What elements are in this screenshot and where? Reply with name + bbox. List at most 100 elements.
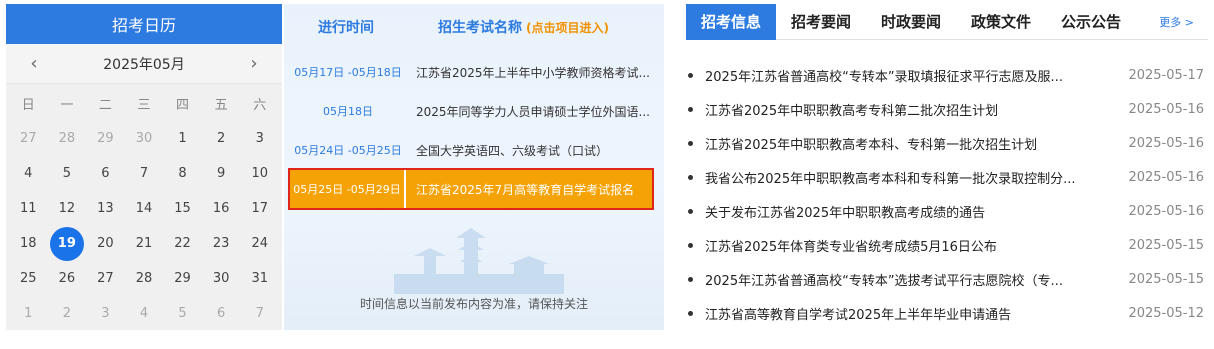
calendar-day-number: 12 — [58, 201, 76, 216]
calendar-day-number: 4 — [139, 306, 149, 321]
calendar-day-number: 27 — [20, 131, 37, 146]
news-item-date: 2025-05-17 — [1128, 67, 1204, 83]
calendar-day[interactable]: 29 — [86, 121, 125, 156]
news-list: 2025年江苏省普通高校“专转本”录取填报征求平行志愿及服... 2025-05-… — [686, 40, 1208, 330]
next-month-icon[interactable]: › — [246, 53, 262, 74]
calendar-day[interactable]: 28 — [48, 121, 87, 156]
tab-0[interactable]: 招考信息 — [686, 3, 776, 40]
calendar-day-number: 1 — [24, 306, 33, 321]
calendar-day-number: 28 — [135, 271, 153, 286]
news-item-title[interactable]: 江苏省2025年中职职教高考本科、专科第一批次招生计划 — [705, 134, 1103, 153]
calendar-day[interactable]: 2 — [48, 296, 87, 331]
schedule-row-title[interactable]: 全国大学英语四、六级考试（口试） — [406, 142, 656, 159]
weekday-label: 四 — [176, 98, 190, 113]
calendar-day[interactable]: 9 — [202, 156, 241, 191]
calendar-day[interactable]: 11 — [9, 191, 48, 226]
calendar-day[interactable]: 15 — [163, 191, 202, 226]
calendar-day[interactable]: 3 — [86, 296, 125, 331]
calendar-day[interactable]: 25 — [9, 261, 48, 296]
calendar-day[interactable]: 17 — [240, 191, 279, 226]
weekday-label: 六 — [253, 98, 267, 113]
news-item-date: 2025-05-16 — [1128, 101, 1204, 117]
calendar-day[interactable]: 26 — [48, 261, 87, 296]
calendar-day[interactable]: 4 — [9, 156, 48, 191]
calendar-day[interactable]: 1 — [163, 121, 202, 156]
calendar-day-number: 7 — [139, 166, 149, 181]
calendar-day[interactable]: 30 — [202, 261, 241, 296]
pagoda-watermark-icon — [394, 228, 564, 294]
calendar-day[interactable]: 31 — [240, 261, 279, 296]
calendar-nav: ‹ 2025年05月 › — [6, 44, 282, 84]
schedule-header: 进行时间 招生考试名称 (点击项目进入) — [284, 4, 664, 50]
calendar-day[interactable]: 29 — [163, 261, 202, 296]
news-item-title[interactable]: 江苏省2025年体育类专业省统考成绩5月16日公布 — [705, 236, 1103, 255]
news-item-date: 2025-05-15 — [1128, 237, 1204, 253]
calendar-day[interactable]: 18 — [9, 226, 48, 261]
calendar-day[interactable]: 3 — [240, 121, 279, 156]
calendar-day[interactable]: 27 — [9, 121, 48, 156]
calendar-day-number: 8 — [178, 166, 187, 181]
calendar-day[interactable]: 24 — [240, 226, 279, 261]
weekday-label: 一 — [60, 98, 74, 113]
calendar-day-number: 30 — [212, 271, 230, 286]
calendar-day-number: 15 — [174, 201, 191, 216]
calendar-day[interactable]: 5 — [163, 296, 202, 331]
calendar-day[interactable]: 2 — [202, 121, 241, 156]
calendar-day[interactable]: 7 — [125, 156, 164, 191]
calendar-day[interactable]: 7 — [240, 296, 279, 331]
schedule-row-title[interactable]: 2025年同等学力人员申请硕士学位外国语... — [406, 103, 656, 120]
calendar-day[interactable]: 14 — [125, 191, 164, 226]
exam-schedule: 进行时间 招生考试名称 (点击项目进入) 05月17日 -05月18日 江苏省202… — [284, 4, 664, 330]
calendar-day[interactable]: 13 — [86, 191, 125, 226]
bullet-icon — [688, 72, 693, 78]
schedule-row[interactable]: 05月17日 -05月18日 江苏省2025年上半年中小学教师资格考试... — [290, 54, 656, 90]
list-item: 江苏省2025年体育类专业省统考成绩5月16日公布 2025-05-15 — [686, 228, 1208, 262]
calendar-day-number: 22 — [174, 236, 191, 251]
schedule-row-date: 05月18日 — [323, 105, 373, 118]
calendar-day[interactable]: 23 — [202, 226, 241, 261]
news-item-title[interactable]: 关于发布江苏省2025年中职职教高考成绩的通告 — [705, 202, 1103, 221]
calendar-day[interactable]: 22 — [163, 226, 202, 261]
schedule-row[interactable]: 05月18日 2025年同等学力人员申请硕士学位外国语... — [290, 93, 656, 129]
tab-2[interactable]: 时政要闻 — [866, 4, 956, 40]
news-item-title[interactable]: 我省公布2025年中职职教高考本科和专科第一批次录取控制分... — [705, 168, 1103, 187]
tab-3[interactable]: 政策文件 — [956, 4, 1046, 40]
schedule-row-date: 05月25日 -05月29日 — [290, 170, 406, 208]
news-item-title[interactable]: 江苏省高等教育自学考试2025年上半年毕业申请通告 — [705, 304, 1103, 323]
calendar-day[interactable]: 30 — [125, 121, 164, 156]
calendar-day-number: 3 — [255, 131, 264, 146]
calendar-day[interactable]: 20 — [86, 226, 125, 261]
list-item: 关于发布江苏省2025年中职职教高考成绩的通告 2025-05-16 — [686, 194, 1208, 228]
calendar-day-today[interactable]: 19 — [48, 226, 87, 261]
calendar-day[interactable]: 27 — [86, 261, 125, 296]
calendar-day[interactable]: 5 — [48, 156, 87, 191]
schedule-row-title[interactable]: 江苏省2025年7月高等教育自学考试报名 — [406, 181, 652, 198]
tab-1[interactable]: 招考要闻 — [776, 4, 866, 40]
calendar-day[interactable]: 28 — [125, 261, 164, 296]
tab-4[interactable]: 公示公告 — [1046, 4, 1136, 40]
bullet-icon — [688, 140, 693, 146]
calendar-day[interactable]: 12 — [48, 191, 87, 226]
schedule-row[interactable]: 05月24日 -05月25日 全国大学英语四、六级考试（口试） — [290, 132, 656, 168]
calendar-day[interactable]: 6 — [86, 156, 125, 191]
calendar-day-number: 27 — [97, 271, 114, 286]
calendar-day[interactable]: 8 — [163, 156, 202, 191]
calendar-day[interactable]: 1 — [9, 296, 48, 331]
calendar-day-number: 19 — [49, 226, 84, 261]
column-hint: (点击项目进入) — [526, 21, 609, 35]
news-item-title[interactable]: 2025年江苏省普通高校“专转本”选拔考试平行志愿院校（专... — [705, 270, 1103, 289]
calendar-day[interactable]: 4 — [125, 296, 164, 331]
calendar-day-number: 6 — [216, 306, 226, 321]
calendar-day[interactable]: 6 — [202, 296, 241, 331]
news-item-title[interactable]: 江苏省2025年中职职教高考专科第二批次招生计划 — [705, 100, 1103, 119]
prev-month-icon[interactable]: ‹ — [26, 53, 42, 74]
calendar-day-number: 6 — [101, 166, 110, 181]
more-link[interactable]: 更多 > — [1159, 4, 1194, 40]
calendar-day[interactable]: 16 — [202, 191, 241, 226]
calendar-day-number: 14 — [135, 201, 153, 216]
news-item-title[interactable]: 2025年江苏省普通高校“专转本”录取填报征求平行志愿及服... — [705, 66, 1103, 85]
calendar-day[interactable]: 10 — [240, 156, 279, 191]
schedule-row-title[interactable]: 江苏省2025年上半年中小学教师资格考试... — [406, 64, 656, 81]
calendar-day[interactable]: 21 — [125, 226, 164, 261]
schedule-row[interactable]: 05月25日 -05月29日 江苏省2025年7月高等教育自学考试报名 — [288, 168, 654, 210]
